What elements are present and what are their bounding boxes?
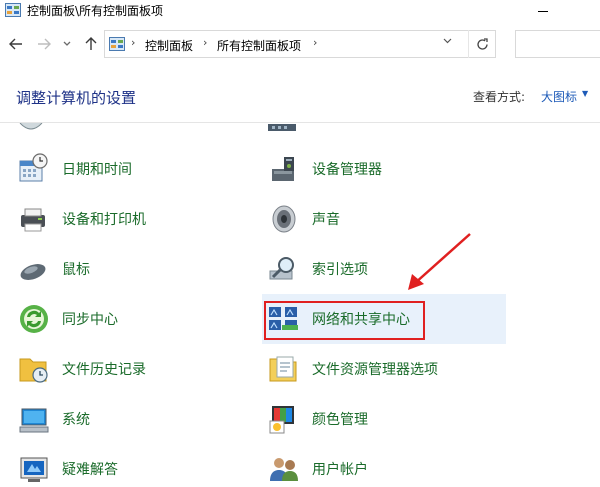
item-label: 颜色管理 bbox=[312, 412, 368, 428]
item-label: 设备管理器 bbox=[312, 162, 382, 178]
chevron-down-icon bbox=[63, 41, 71, 46]
item-label: 文件历史记录 bbox=[62, 362, 146, 378]
list-item-device-manager[interactable]: 设备管理器 bbox=[268, 147, 498, 191]
list-item-file-history[interactable]: 文件历史记录 bbox=[18, 347, 238, 391]
arrow-right-icon bbox=[38, 38, 51, 50]
breadcrumb-separator[interactable]: › bbox=[203, 36, 207, 49]
title-bar: 控制面板\所有控制面板项 bbox=[0, 0, 600, 22]
users-icon bbox=[270, 458, 298, 481]
control-panel-icon bbox=[109, 37, 125, 51]
item-label: 设备和打印机 bbox=[62, 212, 146, 228]
partial-item-icon bbox=[19, 123, 43, 130]
list-item-troubleshooting[interactable]: 疑难解答 bbox=[18, 447, 238, 487]
window-title: 控制面板\所有控制面板项 bbox=[27, 4, 164, 18]
list-item-mouse[interactable]: 鼠标 bbox=[18, 247, 238, 291]
address-bar[interactable]: › 控制面板 › 所有控制面板项 › bbox=[104, 30, 496, 58]
item-label: 文件资源管理器选项 bbox=[312, 362, 438, 378]
header-divider bbox=[0, 122, 600, 123]
arrow-up-icon bbox=[85, 37, 97, 50]
navigation-bar: › 控制面板 › 所有控制面板项 › bbox=[0, 28, 600, 60]
list-item-system[interactable]: 系统 bbox=[18, 397, 238, 441]
list-item-color-management[interactable]: 颜色管理 bbox=[268, 397, 498, 441]
view-by-label: 查看方式: bbox=[473, 90, 526, 104]
list-item-sync-center[interactable]: 同步中心 bbox=[18, 297, 238, 341]
item-label: 同步中心 bbox=[62, 312, 118, 328]
calendar-clock-icon bbox=[19, 153, 48, 182]
back-button[interactable] bbox=[5, 32, 27, 56]
color-management-icon bbox=[269, 406, 294, 434]
list-item-file-explorer-options[interactable]: 文件资源管理器选项 bbox=[268, 347, 498, 391]
annotation-highlight-box bbox=[264, 301, 425, 340]
annotation-arrow-icon bbox=[408, 233, 471, 290]
search-input[interactable] bbox=[515, 30, 600, 58]
list-item-user-accounts[interactable]: 用户帐户 bbox=[268, 447, 498, 487]
item-label: 用户帐户 bbox=[312, 462, 368, 478]
partial-item-icon bbox=[268, 124, 296, 131]
breadcrumb-separator[interactable]: › bbox=[313, 36, 317, 49]
item-label: 系统 bbox=[62, 412, 90, 428]
sync-icon bbox=[20, 305, 48, 333]
address-dropdown-button[interactable] bbox=[443, 36, 452, 47]
item-label: 索引选项 bbox=[312, 262, 368, 278]
printer-icon bbox=[21, 208, 45, 232]
minimize-icon bbox=[538, 10, 548, 12]
mouse-icon bbox=[20, 264, 46, 280]
device-manager-icon bbox=[272, 157, 294, 181]
item-label: 疑难解答 bbox=[62, 462, 118, 478]
troubleshoot-icon bbox=[20, 457, 48, 482]
recent-locations-button[interactable] bbox=[60, 32, 74, 56]
list-item-date-time[interactable]: 日期和时间 bbox=[18, 147, 238, 191]
refresh-button[interactable] bbox=[468, 30, 496, 58]
file-history-icon bbox=[19, 358, 48, 383]
item-label: 日期和时间 bbox=[62, 162, 132, 178]
chevron-down-icon bbox=[443, 38, 452, 44]
folder-options-icon bbox=[269, 356, 297, 382]
control-panel-icon bbox=[5, 3, 21, 17]
item-label: 声音 bbox=[312, 212, 340, 228]
minimize-button[interactable] bbox=[520, 0, 566, 22]
page-title: 调整计算机的设置 bbox=[16, 89, 137, 107]
breadcrumb-all-items[interactable]: 所有控制面板项 bbox=[217, 37, 301, 54]
breadcrumb-control-panel[interactable]: 控制面板 bbox=[145, 37, 193, 54]
caret-down-icon[interactable]: ▼ bbox=[582, 89, 588, 98]
item-label: 鼠标 bbox=[62, 262, 90, 278]
arrow-left-icon bbox=[9, 38, 22, 50]
magnifier-icon bbox=[269, 257, 294, 280]
breadcrumb-separator[interactable]: › bbox=[131, 36, 135, 49]
up-button[interactable] bbox=[80, 32, 102, 56]
list-item-devices-printers[interactable]: 设备和打印机 bbox=[18, 197, 238, 241]
refresh-icon bbox=[477, 37, 488, 50]
computer-icon bbox=[19, 408, 49, 433]
forward-button[interactable] bbox=[33, 32, 55, 56]
view-by-dropdown[interactable]: 大图标 bbox=[541, 88, 577, 105]
speaker-icon bbox=[272, 205, 296, 233]
